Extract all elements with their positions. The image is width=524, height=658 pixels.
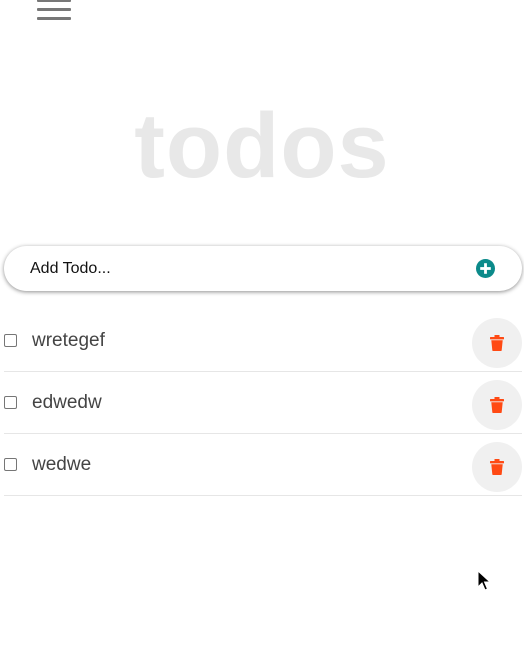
add-todo-button[interactable] [476,259,495,278]
add-todo-bar [4,246,522,291]
trash-icon [490,397,504,413]
todo-text: wedwe [32,454,92,475]
todo-item: wedwe [4,434,522,496]
trash-icon [490,335,504,351]
hamburger-menu-icon[interactable] [37,0,71,22]
add-todo-input[interactable] [30,246,460,291]
todo-checkbox[interactable] [4,396,17,409]
todo-list: wretegef edwedw wedwe [4,310,522,496]
mouse-cursor-icon [477,570,491,591]
menu-line [37,8,71,11]
page-title: todos [134,95,390,197]
todo-item: edwedw [4,372,522,434]
trash-icon [490,459,504,475]
menu-line [37,17,71,20]
todo-checkbox[interactable] [4,334,17,347]
delete-todo-button[interactable] [472,380,522,430]
delete-todo-button[interactable] [472,318,522,368]
todo-item: wretegef [4,310,522,372]
plus-circle-icon [476,259,495,278]
todo-checkbox[interactable] [4,458,17,471]
todo-text: wretegef [32,330,105,351]
todo-text: edwedw [32,392,102,413]
delete-todo-button[interactable] [472,442,522,492]
menu-line [37,0,71,2]
